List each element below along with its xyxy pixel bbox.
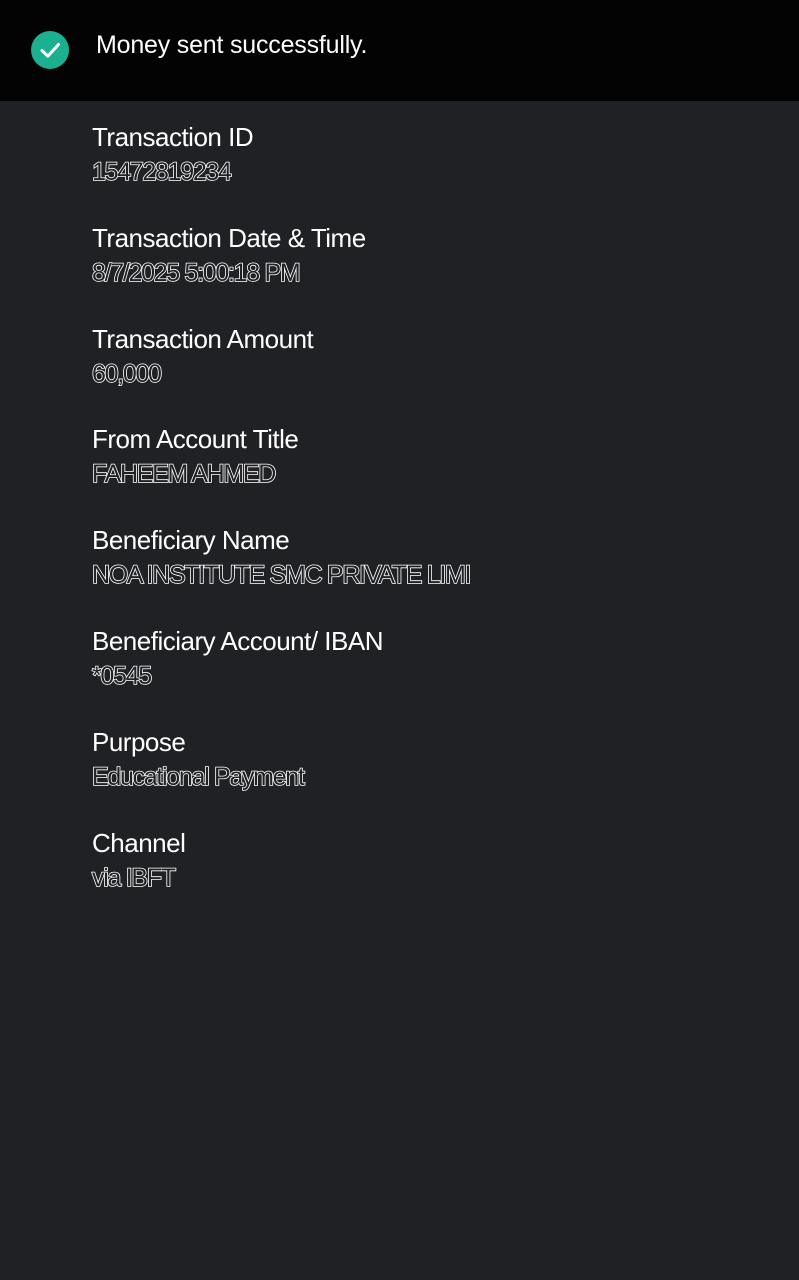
transaction-id-value: 15472819234 <box>91 157 233 187</box>
transaction-datetime-value: 8/7/2025 5:00:18 PM <box>91 258 301 288</box>
transaction-amount-label: Transaction Amount <box>92 323 314 354</box>
transaction-amount-value: 60,000 <box>91 359 163 389</box>
beneficiary-account-field: Beneficiary Account/ IBAN *0545 <box>91 623 752 724</box>
beneficiary-account-label: Beneficiary Account/ IBAN <box>92 625 383 656</box>
channel-value: via IBFT <box>91 863 177 893</box>
success-message: Money sent successfully. <box>96 31 368 59</box>
success-banner: Money sent successfully. <box>0 0 799 101</box>
transaction-amount-field: Transaction Amount 60,000 <box>91 321 752 422</box>
check-circle-icon <box>31 31 69 69</box>
beneficiary-name-value: NOA INSTITUTE SMC PRIVATE LIMI <box>91 560 472 590</box>
from-account-title-field: From Account Title FAHEEM AHMED <box>91 421 752 522</box>
beneficiary-account-value: *0545 <box>91 661 153 691</box>
purpose-value: Educational Payment <box>91 762 305 792</box>
purpose-label: Purpose <box>92 726 186 757</box>
transaction-id-label: Transaction ID <box>92 122 254 152</box>
transaction-details: Transaction ID 15472819234 Transaction D… <box>91 119 752 926</box>
checkmark-glyph <box>40 43 60 58</box>
beneficiary-name-label: Beneficiary Name <box>92 525 290 556</box>
from-account-title-label: From Account Title <box>92 424 299 455</box>
beneficiary-name-field: Beneficiary Name NOA INSTITUTE SMC PRIVA… <box>91 522 752 623</box>
transaction-id-field: Transaction ID 15472819234 <box>91 119 752 220</box>
channel-field: Channel via IBFT <box>91 825 752 926</box>
transaction-datetime-label: Transaction Date & Time <box>92 222 366 253</box>
purpose-field: Purpose Educational Payment <box>91 724 752 825</box>
channel-label: Channel <box>92 827 186 858</box>
transaction-datetime-field: Transaction Date & Time 8/7/2025 5:00:18… <box>91 220 752 321</box>
from-account-title-value: FAHEEM AHMED <box>91 460 277 490</box>
